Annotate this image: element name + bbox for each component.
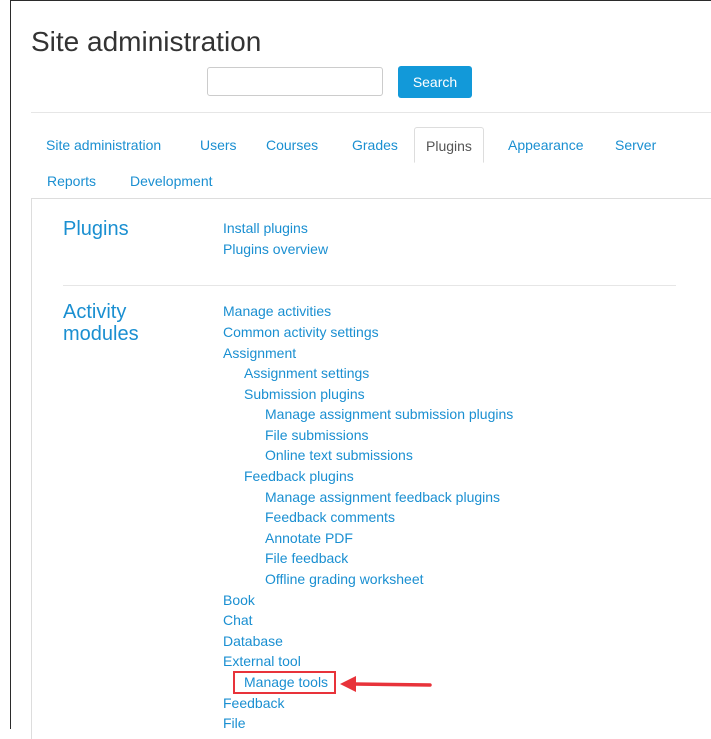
tab-users[interactable]: Users — [200, 137, 237, 153]
link-offline-grading-worksheet[interactable]: Offline grading worksheet — [265, 570, 424, 588]
link-submission-plugins[interactable]: Submission plugins — [244, 385, 365, 403]
link-annotate-pdf[interactable]: Annotate PDF — [265, 529, 353, 547]
tab-site-administration[interactable]: Site administration — [46, 137, 161, 153]
screenshot-frame-top — [10, 0, 711, 1]
red-arrow-icon — [340, 676, 432, 692]
link-assignment[interactable]: Assignment — [223, 344, 296, 362]
header-divider — [31, 112, 711, 113]
content-panel — [31, 198, 711, 739]
tab-grades[interactable]: Grades — [352, 137, 398, 153]
link-file[interactable]: File — [223, 714, 246, 732]
section-title-activity-modules-line1: Activity — [63, 301, 127, 323]
screenshot-frame-left — [10, 0, 11, 729]
tab-courses[interactable]: Courses — [266, 137, 318, 153]
link-feedback-comments[interactable]: Feedback comments — [265, 508, 395, 526]
tab-appearance[interactable]: Appearance — [508, 137, 584, 153]
search-input[interactable] — [207, 67, 383, 96]
tab-development[interactable]: Development — [130, 173, 213, 189]
tab-reports[interactable]: Reports — [47, 173, 96, 189]
link-manage-assignment-feedback-plugins[interactable]: Manage assignment feedback plugins — [265, 488, 500, 506]
tab-server[interactable]: Server — [615, 137, 656, 153]
link-database[interactable]: Database — [223, 632, 283, 650]
link-manage-assignment-submission-plugins[interactable]: Manage assignment submission plugins — [265, 405, 513, 423]
link-install-plugins[interactable]: Install plugins — [223, 219, 308, 237]
link-manage-activities[interactable]: Manage activities — [223, 302, 331, 320]
link-file-submissions[interactable]: File submissions — [265, 426, 368, 444]
link-online-text-submissions[interactable]: Online text submissions — [265, 446, 413, 464]
section-title-activity-modules-line2: modules — [63, 323, 139, 345]
page-title: Site administration — [31, 26, 262, 57]
search-button[interactable]: Search — [398, 66, 472, 98]
section-title-plugins: Plugins — [63, 218, 129, 240]
link-feedback-plugins[interactable]: Feedback plugins — [244, 467, 354, 485]
highlight-box-manage-tools — [233, 671, 336, 694]
link-book[interactable]: Book — [223, 591, 255, 609]
tab-plugins[interactable]: Plugins — [414, 127, 484, 163]
link-common-activity-settings[interactable]: Common activity settings — [223, 323, 379, 341]
link-file-feedback[interactable]: File feedback — [265, 549, 348, 567]
link-chat[interactable]: Chat — [223, 611, 253, 629]
link-external-tool[interactable]: External tool — [223, 652, 301, 670]
section-divider — [63, 285, 676, 286]
link-plugins-overview[interactable]: Plugins overview — [223, 240, 328, 258]
link-assignment-settings[interactable]: Assignment settings — [244, 364, 369, 382]
link-feedback[interactable]: Feedback — [223, 694, 284, 712]
